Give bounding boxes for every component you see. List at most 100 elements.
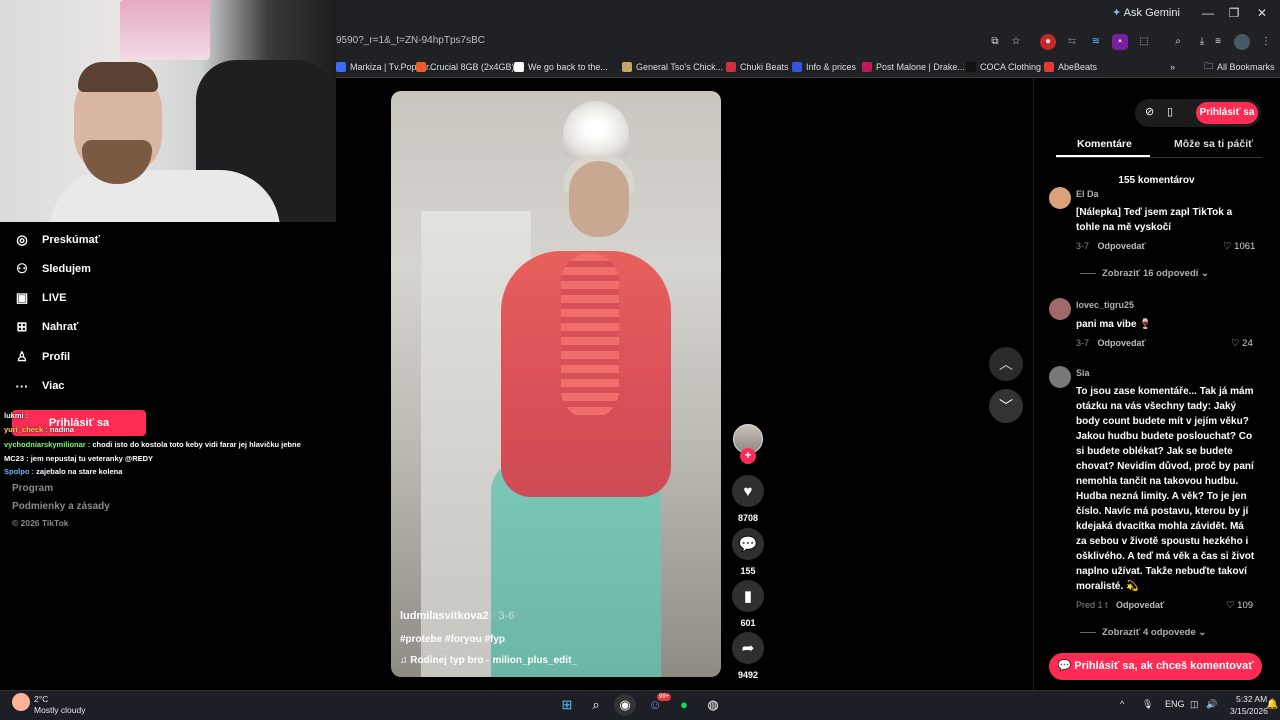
bookmark-star-icon[interactable]: ☆: [1008, 34, 1024, 50]
video-hashtags[interactable]: #protebe #foryou #fyp: [400, 634, 505, 645]
tray-chevron-up-icon[interactable]: ^: [1120, 699, 1124, 709]
extension-purple-icon[interactable]: ▪: [1112, 34, 1128, 50]
sidebar-item-profile[interactable]: ♙ Profil: [14, 346, 70, 368]
video-music[interactable]: ♫ Rodinej typ bro - milion_plus_edit_: [400, 655, 577, 666]
share-action[interactable]: ➦ 9492: [731, 632, 765, 680]
language-indicator[interactable]: ENG: [1165, 699, 1185, 709]
chat-user: vychodniarskymilionar :: [4, 440, 91, 449]
browser-address-bar[interactable]: 9590?_r=1&_t=ZN-94hpTps7sBC ⧉ ☆ ● ⇆ ≋ ▪ …: [336, 28, 1280, 56]
bookmark-item[interactable]: Chuki Beats: [726, 60, 789, 74]
previous-video-button[interactable]: ︿: [989, 347, 1023, 381]
comment-author[interactable]: El Da: [1076, 189, 1099, 199]
video-ceiling-lamp: [563, 101, 629, 157]
obs-icon[interactable]: ◍: [702, 694, 724, 716]
more-dots-icon: ···: [15, 378, 29, 394]
heart-icon[interactable]: ♥: [732, 475, 764, 507]
comment-author[interactable]: Sia: [1076, 368, 1090, 378]
media-controls-icon[interactable]: ≡: [1210, 34, 1226, 50]
bookmark-item[interactable]: Post Malone | Drake...: [862, 60, 965, 74]
volume-icon[interactable]: 🔊: [1206, 699, 1217, 710]
phone-icon[interactable]: ▯: [1167, 105, 1173, 118]
notification-bell-icon[interactable]: 🔔: [1266, 699, 1278, 710]
sidebar-item-following[interactable]: ⚇ Sledujem: [14, 258, 91, 280]
weather-temp[interactable]: 2°C: [34, 694, 48, 704]
microphone-icon[interactable]: 🎙: [1142, 699, 1153, 710]
footer-terms-link[interactable]: Podmienky a zásady: [12, 501, 110, 512]
avatar[interactable]: [1049, 366, 1071, 388]
bookmark-item[interactable]: We go back to the...: [514, 60, 608, 74]
extensions-puzzle-icon[interactable]: ⬚: [1136, 34, 1152, 50]
avatar[interactable]: [1049, 187, 1071, 209]
url-text[interactable]: 9590?_r=1&_t=ZN-94hpTps7sBC: [336, 35, 485, 46]
next-video-button[interactable]: ﹀: [989, 389, 1023, 423]
sidebar-item-live[interactable]: ▣ LIVE: [14, 287, 67, 309]
reply-button[interactable]: Odpovedať: [1098, 241, 1146, 251]
sidebar-item-explore[interactable]: ◎ Preskúmať: [14, 229, 100, 251]
network-icon[interactable]: ◫: [1190, 699, 1199, 710]
ask-gemini-button[interactable]: ✦ Ask Gemini: [1112, 6, 1180, 19]
extension-grey-icon[interactable]: ⇆: [1064, 34, 1080, 50]
chat-user: Spolpo :: [4, 467, 34, 476]
close-window-button[interactable]: ✕: [1250, 4, 1274, 22]
browser-menu-icon[interactable]: ⋮: [1258, 34, 1274, 50]
video-player[interactable]: ludmilasvitkova2 · 3-6 #protebe #foryou …: [391, 91, 721, 677]
avatar[interactable]: [1049, 298, 1071, 320]
comment-like[interactable]: ♡ 109: [1226, 600, 1253, 611]
webcam-person-shirt: [50, 170, 280, 222]
install-app-icon[interactable]: ⧉: [987, 34, 1003, 50]
bookmarks-overflow-icon[interactable]: »: [1170, 60, 1175, 74]
weather-icon[interactable]: [12, 693, 30, 711]
footer-program-link[interactable]: Program: [12, 483, 53, 494]
clock-time[interactable]: 5:32 AM: [1236, 694, 1267, 704]
minimize-button[interactable]: —: [1196, 4, 1220, 22]
chat-text: zajebalo na stare kolena: [36, 467, 123, 476]
chrome-icon[interactable]: ◉: [614, 694, 636, 716]
maximize-button[interactable]: ❐: [1222, 4, 1246, 22]
chat-user: yuri_check :: [4, 425, 48, 434]
replies-dash: [1080, 631, 1096, 633]
view-replies-button[interactable]: Zobraziť 4 odpovede ⌄: [1080, 627, 1206, 638]
bookmark-item[interactable]: Info & prices: [792, 60, 856, 74]
clock-date[interactable]: 3/15/2026: [1230, 706, 1268, 716]
comment-action[interactable]: 💬 155: [731, 528, 765, 576]
extension-wave-icon[interactable]: ≋: [1088, 34, 1104, 50]
reply-button[interactable]: Odpovedať: [1098, 338, 1146, 348]
search-icon[interactable]: ⌕: [585, 694, 607, 716]
chat-text: nadina: [49, 425, 75, 434]
webcam-shelf: [120, 0, 210, 60]
downloads-icon[interactable]: ⤓: [1194, 34, 1210, 50]
weather-desc[interactable]: Mostly cloudy: [34, 705, 86, 715]
sidebar-item-more[interactable]: ··· Viac: [14, 375, 65, 397]
tab-search-icon[interactable]: ⌕: [1170, 34, 1186, 50]
login-to-comment-button[interactable]: 💬 Prihlásiť sa, ak chceš komentovať: [1049, 653, 1262, 680]
reply-button[interactable]: Odpovedať: [1116, 600, 1164, 610]
author-name[interactable]: ludmilasvitkova2: [400, 610, 489, 622]
comment-like[interactable]: ♡ 24: [1231, 338, 1253, 349]
save-action[interactable]: ▮ 601: [731, 580, 765, 628]
share-arrow-icon[interactable]: ➦: [732, 632, 764, 664]
view-replies-button[interactable]: Zobraziť 16 odpovedí ⌄: [1080, 268, 1209, 279]
compass-small-icon[interactable]: ⊘: [1145, 105, 1154, 118]
tab-you-may-like[interactable]: Môže sa ti páčiť: [1174, 138, 1253, 150]
chat-message: Spolpo : zajebalo na stare kolena: [4, 467, 122, 476]
bookmark-item[interactable]: COCA Clothing: [966, 60, 1041, 74]
bookmark-item[interactable]: AbeBeats: [1044, 60, 1097, 74]
like-action[interactable]: ♥ 8708: [731, 475, 765, 523]
bookmark-item[interactable]: Crucial 8GB (2x4GB)...: [416, 60, 522, 74]
sidebar-item-upload[interactable]: ⊞ Nahrať: [14, 316, 79, 338]
extension-red-icon[interactable]: ●: [1040, 34, 1056, 50]
all-bookmarks-button[interactable]: 🗀 All Bookmarks: [1204, 60, 1275, 74]
comment-like[interactable]: ♡ 1061: [1223, 241, 1255, 252]
profile-avatar-icon[interactable]: [1234, 34, 1250, 50]
windows-start-icon[interactable]: ⊞: [556, 694, 578, 716]
video-author[interactable]: ludmilasvitkova2 · 3-6: [400, 610, 514, 622]
bookmark-item[interactable]: General Tso's Chick...: [622, 60, 723, 74]
bookmark-icon[interactable]: ▮: [732, 580, 764, 612]
comment-bubble-icon[interactable]: 💬: [732, 528, 764, 560]
tab-comments[interactable]: Komentáre: [1077, 138, 1132, 150]
follow-plus-icon[interactable]: +: [740, 448, 756, 464]
heart-outline-icon: ♡: [1226, 600, 1235, 611]
spotify-icon[interactable]: ●: [673, 694, 695, 716]
login-button-header[interactable]: Prihlásiť sa: [1196, 102, 1258, 124]
comment-author[interactable]: lovec_tigru25: [1076, 300, 1134, 310]
